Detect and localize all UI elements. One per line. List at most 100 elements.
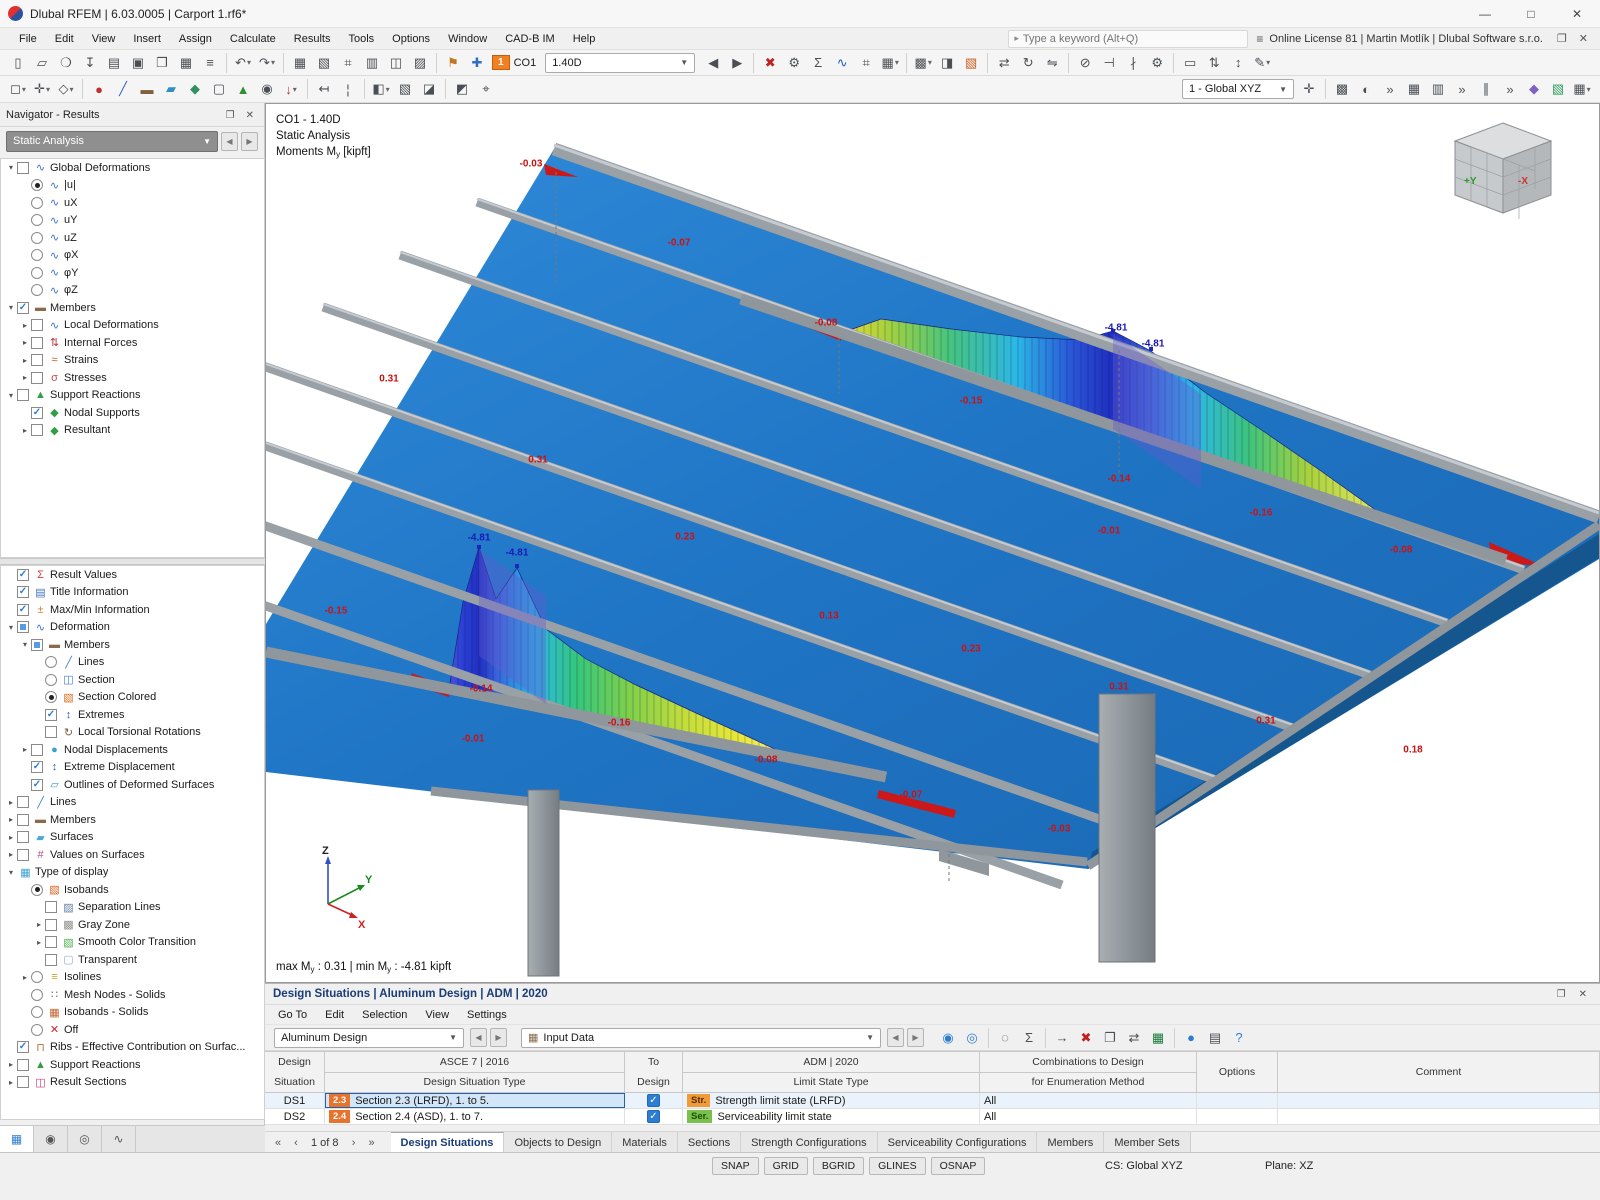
expander-icon[interactable]: ▸ (33, 938, 45, 947)
render-wireframe-icon[interactable]: ▩ (1331, 78, 1353, 100)
tree-item-extremes[interactable]: ✓↕Extremes (1, 706, 264, 724)
more-margins-icon[interactable]: » (1499, 78, 1521, 100)
color-by-icon[interactable]: ◆ (1523, 78, 1545, 100)
table-results-icon[interactable]: ▧ (313, 52, 335, 74)
tab-member-sets[interactable]: Member Sets (1104, 1132, 1190, 1153)
expander-icon[interactable]: ▾ (5, 163, 17, 172)
tables-icon[interactable]: ▦ (175, 52, 197, 74)
column-left[interactable] (528, 790, 559, 976)
report-icon[interactable]: ≡ (199, 52, 221, 74)
statusbar-coordinate-system[interactable]: CS: Global XYZ (1105, 1160, 1183, 1172)
tree-item-x[interactable]: ∿φX (1, 247, 264, 265)
undo-icon[interactable]: ↶▾ (232, 52, 254, 74)
to-design-cell[interactable]: ✓ (625, 1109, 683, 1124)
tree-item-result-values[interactable]: ✓ΣResult Values (1, 566, 264, 584)
tree-item-resultant[interactable]: ▸◆Resultant (1, 422, 264, 440)
maximize-button[interactable]: □ (1508, 0, 1554, 28)
panel-splitter[interactable] (0, 558, 265, 565)
table-settings-icon[interactable]: ▨ (409, 52, 431, 74)
close-panel-icon[interactable]: ✕ (242, 110, 258, 121)
row-id-cell[interactable]: DS2 (265, 1109, 325, 1124)
sort-up-icon[interactable]: ⇅ (1203, 52, 1225, 74)
help-icon[interactable]: ? (1228, 1027, 1250, 1049)
result-grid-icon[interactable]: ⌗ (855, 52, 877, 74)
display-numbering-icon[interactable]: ▦ (1403, 78, 1425, 100)
expander-icon[interactable]: ▸ (5, 1078, 17, 1087)
expander-icon[interactable]: ▸ (19, 745, 31, 754)
search-table-icon[interactable]: ◌ (994, 1027, 1016, 1049)
tab-objects-to-design[interactable]: Objects to Design (504, 1132, 612, 1153)
tree-item-stresses[interactable]: ▸σStresses (1, 369, 264, 387)
menu-calculate[interactable]: Calculate (221, 30, 285, 48)
new-support-icon[interactable]: ▲ (232, 78, 254, 100)
column-header-comment[interactable]: Comment (1278, 1052, 1600, 1092)
prev-analysis-button[interactable]: ◀ (221, 132, 238, 151)
grid-settings-icon[interactable]: ▦▾ (1571, 78, 1593, 100)
tree-item-local-torsional-rotations[interactable]: ↻Local Torsional Rotations (1, 724, 264, 742)
camera-tab[interactable]: ◎ (68, 1126, 102, 1152)
menu-view[interactable]: View (83, 30, 125, 48)
tab-materials[interactable]: Materials (612, 1132, 678, 1153)
tree-item-extreme-displacement[interactable]: ✓↕Extreme Displacement (1, 759, 264, 777)
panel-menu-go-to[interactable]: Go To (269, 1007, 316, 1023)
cs-manage-icon[interactable]: ✛ (1298, 78, 1320, 100)
tree-item-strains[interactable]: ▸≈Strains (1, 352, 264, 370)
checkbox[interactable] (31, 744, 43, 756)
copy-icon[interactable]: ❐ (151, 52, 173, 74)
expander-icon[interactable]: ▾ (5, 391, 17, 400)
tree-item-isobands-solids[interactable]: ▦Isobands - Solids (1, 1004, 264, 1022)
column-header-to[interactable]: ToDesign (625, 1052, 683, 1092)
tree-item-values-on-surfaces[interactable]: ▸#Values on Surfaces (1, 846, 264, 864)
tree-item-max-min-information[interactable]: ✓±Max/Min Information (1, 601, 264, 619)
settings-icon[interactable]: ⚙ (1146, 52, 1168, 74)
category-next-button[interactable]: ▶ (907, 1028, 924, 1047)
tree-item-outlines-of-deformed-surfaces[interactable]: ✓▱Outlines of Deformed Surfaces (1, 776, 264, 794)
column-header-design[interactable]: DesignSituation (265, 1052, 325, 1092)
tree-item-local-deformations[interactable]: ▸∿Local Deformations (1, 317, 264, 335)
filter-values-icon[interactable]: Σ (1018, 1027, 1040, 1049)
tab-members[interactable]: Members (1037, 1132, 1104, 1153)
checkbox[interactable] (31, 354, 43, 366)
sync-model-selection-icon[interactable]: ◉ (937, 1027, 959, 1049)
options-cell[interactable] (1197, 1109, 1278, 1124)
expander-icon[interactable]: ▾ (5, 868, 17, 877)
panel-close-icon[interactable]: ✕ (1574, 989, 1592, 1000)
tree-item-z[interactable]: ∿φZ (1, 282, 264, 300)
expander-icon[interactable]: ▸ (19, 373, 31, 382)
select-special-icon[interactable]: ✛▾ (31, 78, 53, 100)
import-icon[interactable]: ↧ (79, 52, 101, 74)
statusbar-osnap[interactable]: OSNAP (931, 1157, 986, 1175)
menu-close-icon[interactable]: ✕ (1573, 32, 1594, 45)
expander-icon[interactable]: ▸ (19, 973, 31, 982)
checkbox[interactable] (31, 372, 43, 384)
tree-item-members[interactable]: ▾✓▬Members (1, 299, 264, 317)
display-properties-icon[interactable]: ▩▾ (912, 52, 934, 74)
excel-export-icon[interactable]: ▦ (1147, 1027, 1169, 1049)
radio[interactable] (31, 1024, 43, 1036)
tree-item-uz[interactable]: ∿uZ (1, 229, 264, 247)
guideline-icon[interactable]: ¦ (337, 78, 359, 100)
comment-cell[interactable] (1278, 1093, 1600, 1108)
co-prev-icon[interactable]: ◀ (702, 52, 724, 74)
checkbox[interactable] (45, 936, 57, 948)
result-values-icon[interactable]: Σ (807, 52, 829, 74)
coordinate-system-select[interactable]: 1 - Global XYZ ▼ (1182, 79, 1294, 99)
checkbox[interactable] (31, 424, 43, 436)
tree-item-nodal-displacements[interactable]: ▸●Nodal Displacements (1, 741, 264, 759)
dock-icon[interactable]: ❐ (222, 110, 239, 121)
tree-item-internal-forces[interactable]: ▸⇅Internal Forces (1, 334, 264, 352)
limit-state-type-cell[interactable]: Ser.Serviceability limit state (683, 1109, 980, 1124)
row-id-cell[interactable]: DS1 (265, 1093, 325, 1108)
combinations-cell[interactable]: All (980, 1093, 1197, 1108)
tree-item-uy[interactable]: ∿uY (1, 212, 264, 230)
load-wizard-icon[interactable]: ✚ (466, 52, 488, 74)
expander-icon[interactable]: ▸ (19, 321, 31, 330)
tree-item-isobands[interactable]: ▧Isobands (1, 881, 264, 899)
radio[interactable] (45, 691, 57, 703)
copy-row-icon[interactable]: ❐ (1099, 1027, 1121, 1049)
select-arrow-icon[interactable]: ◻▾ (7, 78, 29, 100)
guide-object-icon[interactable]: ◇▾ (55, 78, 77, 100)
checkbox[interactable]: ✓ (31, 407, 43, 419)
keyword-search[interactable]: ▸ (1008, 30, 1248, 48)
checkbox[interactable]: ✓ (45, 709, 57, 721)
